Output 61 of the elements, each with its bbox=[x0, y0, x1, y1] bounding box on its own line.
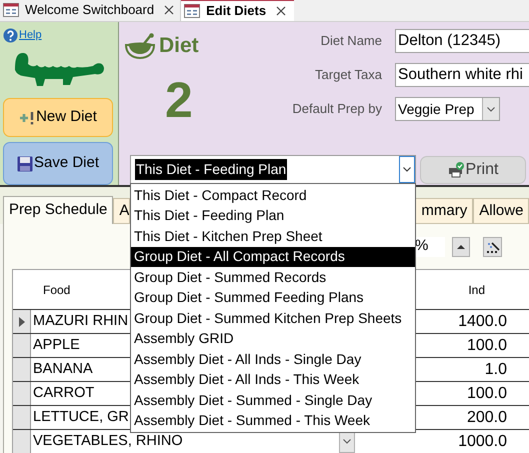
table-cell-text: MAZURI RHIN bbox=[32, 312, 130, 331]
help-link[interactable]: Help bbox=[19, 26, 42, 44]
form-title: Diet bbox=[159, 33, 199, 59]
table-cell-text: 100.0 bbox=[466, 384, 508, 404]
subform-tab[interactable]: A bbox=[113, 198, 130, 224]
subform-tab[interactable]: Allowe bbox=[473, 198, 529, 224]
document-tab[interactable]: Welcome Switchboard bbox=[0, 0, 182, 21]
sidebar-button[interactable]: Save Diet bbox=[3, 142, 113, 185]
scale-field[interactable]: % bbox=[415, 236, 445, 256]
tab-label: Welcome Switchboard bbox=[25, 1, 154, 20]
column-header: Food bbox=[43, 282, 70, 298]
field-label: Target Taxa bbox=[314, 66, 383, 84]
printer-icon bbox=[448, 162, 465, 178]
report-combo-box[interactable]: This Diet - Feeding Plan bbox=[130, 155, 416, 184]
table-cell-text: CARROT bbox=[32, 384, 96, 403]
list-item[interactable]: This Diet - Compact Record bbox=[131, 185, 415, 206]
list-item[interactable]: This Diet - Kitchen Prep Sheet bbox=[131, 226, 415, 246]
form-icon bbox=[184, 4, 200, 18]
form-icon bbox=[3, 3, 19, 17]
table-cell-text: 1.0 bbox=[484, 360, 508, 380]
list-item[interactable]: Assembly Diet - All Inds - This Week bbox=[131, 370, 415, 390]
wand-icon[interactable] bbox=[483, 236, 502, 256]
print-button[interactable]: Print bbox=[420, 156, 526, 184]
list-item[interactable]: Group Diet - Summed Kitchen Prep Sheets bbox=[131, 308, 415, 328]
chevron-down-icon[interactable] bbox=[482, 98, 499, 120]
list-item[interactable]: This Diet - Feeding Plan bbox=[131, 206, 415, 226]
table-cell-text: 1000.0 bbox=[457, 432, 508, 452]
column-header: Ind bbox=[468, 282, 485, 298]
crocodile-icon bbox=[13, 50, 105, 88]
plus-exclamation-icon bbox=[19, 110, 36, 124]
close-icon[interactable] bbox=[164, 5, 174, 15]
table-cell-text: APPLE bbox=[32, 336, 81, 355]
table-cell-text: 100.0 bbox=[466, 336, 508, 356]
combo-box[interactable]: Veggie Prep bbox=[395, 97, 500, 121]
table-cell-text: BANANA bbox=[32, 360, 94, 379]
list-item[interactable]: Assembly Diet - Summed - Single Day bbox=[131, 390, 415, 410]
sidebar-button[interactable]: New Diet bbox=[3, 98, 113, 137]
list-item[interactable]: Assembly Diet - All Inds - Single Day bbox=[131, 349, 415, 370]
list-item[interactable]: Group Diet - All Compact Records bbox=[131, 246, 415, 267]
tab-label: Edit Diets bbox=[206, 2, 266, 20]
chevron-down-icon[interactable] bbox=[399, 156, 415, 183]
subform-tab[interactable]: Prep Schedule bbox=[3, 196, 114, 224]
field-label: Diet Name bbox=[320, 32, 383, 50]
subform-tab[interactable]: mmary bbox=[415, 198, 474, 224]
list-item[interactable]: Group Diet - Summed Records bbox=[131, 267, 415, 288]
table-cell-text: VEGETABLES, RHINO bbox=[32, 432, 183, 451]
text-field[interactable]: Southern white rhi bbox=[395, 63, 529, 87]
text-field[interactable]: Delton (12345) bbox=[395, 29, 529, 53]
table-cell-text: 1400.0 bbox=[457, 312, 508, 332]
list-item[interactable]: Assembly Diet - Summed - This Week bbox=[131, 410, 415, 431]
document-tab[interactable]: Edit Diets bbox=[181, 0, 294, 21]
table-cell-text: 200.0 bbox=[466, 408, 508, 428]
list-item[interactable]: Assembly GRID bbox=[131, 328, 415, 349]
row-selector[interactable] bbox=[13, 310, 31, 333]
bowl-icon bbox=[125, 32, 155, 59]
close-icon[interactable] bbox=[276, 6, 286, 16]
table-cell-text: LETTUCE, GR bbox=[32, 408, 130, 427]
field-label: Default Prep by bbox=[291, 100, 383, 118]
diet-number: 2 bbox=[165, 74, 194, 124]
list-item[interactable]: Group Diet - Summed Feeding Plans bbox=[131, 288, 415, 308]
help-icon bbox=[3, 28, 18, 42]
